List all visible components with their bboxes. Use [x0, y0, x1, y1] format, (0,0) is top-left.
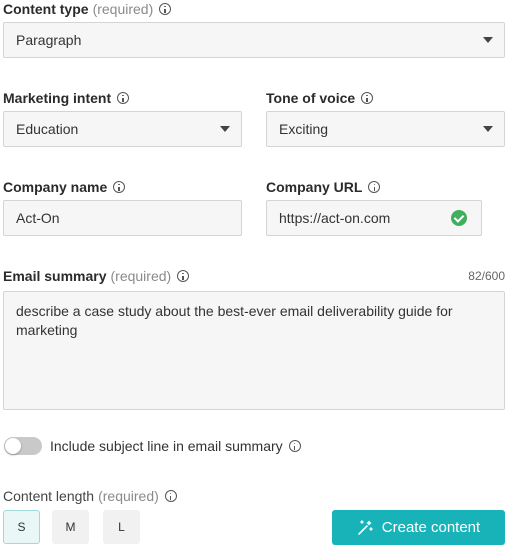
- size-small-label: S: [17, 520, 26, 534]
- magic-wand-icon: [357, 519, 373, 536]
- company-url-input[interactable]: https://act-on.com: [266, 200, 482, 236]
- email-summary-label: Email summary (required): [3, 268, 190, 284]
- toggle-knob: [5, 438, 21, 454]
- size-medium-button[interactable]: M: [52, 510, 89, 544]
- content-type-label-text: Content type: [3, 1, 89, 17]
- company-url-label: Company URL: [266, 179, 381, 195]
- create-content-button[interactable]: Create content: [332, 510, 505, 545]
- email-summary-value: describe a case study about the best-eve…: [16, 303, 453, 338]
- marketing-intent-label-text: Marketing intent: [3, 90, 112, 106]
- marketing-intent-label: Marketing intent: [3, 90, 130, 106]
- info-icon[interactable]: [117, 92, 130, 104]
- company-name-input[interactable]: Act-On: [3, 200, 242, 236]
- content-type-select[interactable]: Paragraph: [3, 22, 505, 58]
- size-small-button[interactable]: S: [3, 510, 40, 544]
- dropdown-caret-icon: [220, 126, 230, 132]
- content-length-label-text: Content length: [3, 488, 95, 504]
- content-length-required: (required): [98, 488, 159, 504]
- info-icon[interactable]: [113, 181, 126, 193]
- email-summary-label-text: Email summary: [3, 268, 107, 284]
- info-icon[interactable]: [368, 181, 381, 193]
- company-name-label-text: Company name: [3, 179, 108, 195]
- subject-line-toggle-label: Include subject line in email summary: [50, 438, 301, 454]
- content-type-label: Content type (required): [3, 1, 172, 17]
- tone-of-voice-value: Exciting: [279, 121, 329, 137]
- tone-of-voice-label: Tone of voice: [266, 90, 374, 106]
- info-icon[interactable]: [361, 92, 374, 104]
- tone-of-voice-select[interactable]: Exciting: [266, 111, 505, 147]
- company-name-value: Act-On: [16, 210, 60, 226]
- content-type-value: Paragraph: [16, 32, 82, 48]
- email-summary-required: (required): [110, 268, 172, 284]
- email-summary-textarea[interactable]: describe a case study about the best-eve…: [3, 291, 505, 410]
- marketing-intent-value: Education: [16, 121, 79, 137]
- info-icon[interactable]: [159, 3, 172, 15]
- content-type-required: (required): [92, 1, 154, 17]
- tone-of-voice-label-text: Tone of voice: [266, 90, 356, 106]
- company-url-value: https://act-on.com: [279, 210, 391, 226]
- dropdown-caret-icon: [483, 126, 493, 132]
- subject-line-toggle[interactable]: [4, 437, 42, 455]
- info-icon[interactable]: [164, 490, 177, 502]
- check-circle-icon: [451, 210, 467, 226]
- subject-line-toggle-text: Include subject line in email summary: [50, 438, 283, 454]
- company-url-label-text: Company URL: [266, 179, 363, 195]
- company-name-label: Company name: [3, 179, 126, 195]
- size-large-button[interactable]: L: [103, 510, 140, 544]
- create-content-label: Create content: [381, 519, 481, 536]
- marketing-intent-select[interactable]: Education: [3, 111, 242, 147]
- size-large-label: L: [118, 520, 125, 534]
- info-icon[interactable]: [288, 440, 301, 452]
- content-length-label: Content length (required): [3, 488, 177, 504]
- character-counter: 82/600: [468, 269, 505, 283]
- dropdown-caret-icon: [483, 37, 493, 43]
- size-medium-label: M: [65, 520, 76, 534]
- info-icon[interactable]: [177, 270, 190, 282]
